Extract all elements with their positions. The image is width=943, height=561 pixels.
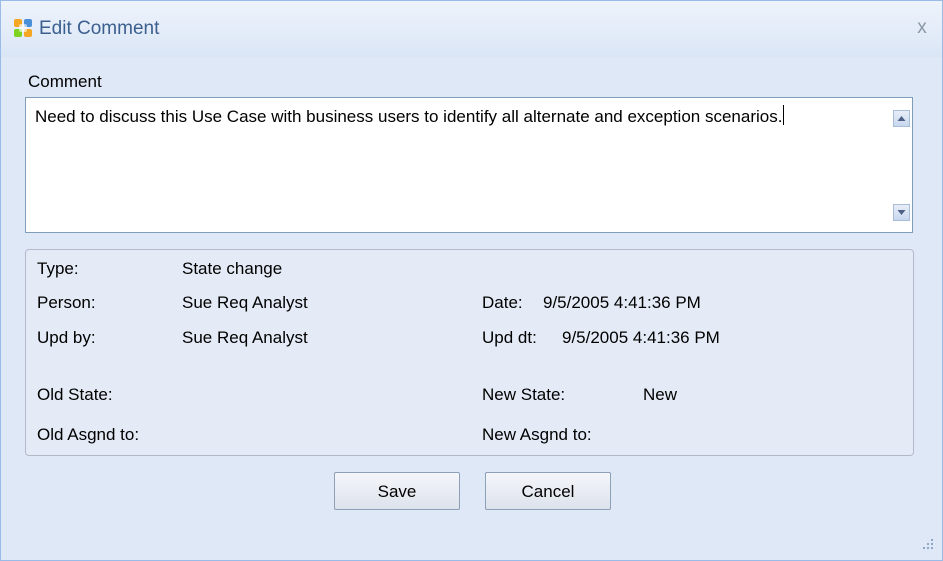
type-label: Type: <box>37 259 79 278</box>
new-assigned-label: New Asgnd to: <box>482 425 592 444</box>
updated-date-label: Upd dt: <box>482 328 537 347</box>
resize-grip-icon[interactable] <box>919 535 935 551</box>
comment-text-container[interactable]: Need to discuss this Use Case with busin… <box>35 105 875 129</box>
dialog-title: Edit Comment <box>39 18 160 39</box>
triangle-down-icon <box>897 210 906 215</box>
type-value: State change <box>182 259 283 278</box>
new-state-value: New <box>643 385 678 404</box>
text-caret <box>783 105 785 125</box>
edit-comment-dialog: Edit Comment x Comment Need to discuss t… <box>0 0 943 561</box>
person-label: Person: <box>37 293 96 312</box>
comment-text: Need to discuss this Use Case with busin… <box>35 107 783 126</box>
cancel-button[interactable]: Cancel <box>485 472 611 510</box>
triangle-up-icon <box>897 116 906 121</box>
app-logo-icon <box>14 19 32 37</box>
updated-by-label: Upd by: <box>37 328 96 347</box>
comment-details-panel: Type: State change Person: Sue Req Analy… <box>25 249 914 456</box>
close-icon[interactable]: x <box>913 17 931 39</box>
person-value: Sue Req Analyst <box>182 293 308 312</box>
scroll-up-button[interactable] <box>893 110 910 127</box>
new-state-label: New State: <box>482 385 566 404</box>
save-button[interactable]: Save <box>334 472 460 510</box>
old-state-label: Old State: <box>37 385 113 404</box>
old-assigned-label: Old Asgnd to: <box>37 425 140 444</box>
comment-label: Comment <box>28 72 102 91</box>
date-label: Date: <box>482 293 523 312</box>
scroll-down-button[interactable] <box>893 204 910 221</box>
dialog-titlebar[interactable]: Edit Comment x <box>1 1 942 57</box>
updated-by-value: Sue Req Analyst <box>182 328 308 347</box>
comment-textarea[interactable]: Need to discuss this Use Case with busin… <box>25 97 913 233</box>
updated-date-value: 9/5/2005 4:41:36 PM <box>562 328 720 347</box>
comment-scrollbar[interactable] <box>891 98 912 232</box>
date-value: 9/5/2005 4:41:36 PM <box>543 293 701 312</box>
